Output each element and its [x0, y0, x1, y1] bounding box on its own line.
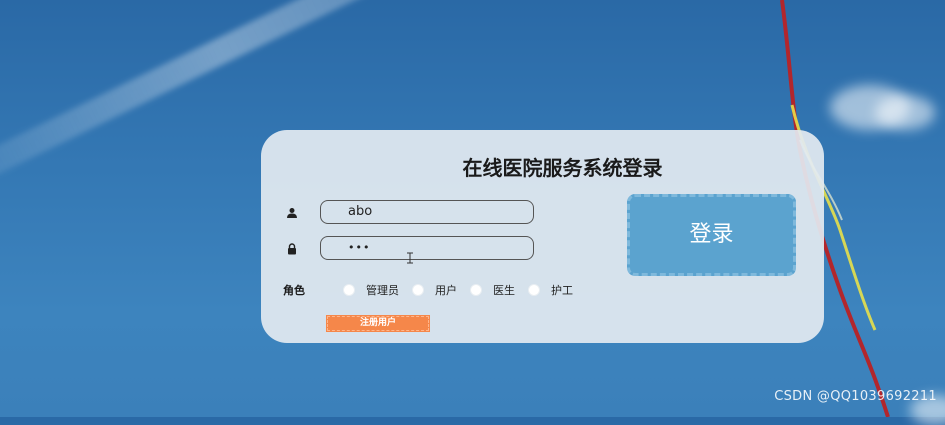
role-label: 角色 [283, 284, 305, 297]
radio-button[interactable] [412, 284, 424, 296]
radio-button[interactable] [470, 284, 482, 296]
watermark: CSDN @QQ1039692211 [774, 389, 937, 404]
page-title: 在线医院服务系统登录 [462, 156, 663, 180]
text-cursor-icon [407, 252, 413, 264]
radio-button[interactable] [528, 284, 540, 296]
role-option-label: 管理员 [366, 284, 399, 297]
role-radio-group: 管理员 用户 医生 护工 [343, 282, 586, 298]
role-option-admin[interactable]: 管理员 [343, 282, 399, 298]
role-option-label: 医生 [493, 284, 515, 297]
lock-icon [288, 243, 296, 255]
radio-button[interactable] [343, 284, 355, 296]
password-input[interactable]: ••• [320, 236, 534, 260]
register-button[interactable]: 注册用户 [326, 315, 430, 332]
login-button[interactable]: 登录 [627, 194, 796, 276]
role-option-user[interactable]: 用户 [412, 282, 457, 298]
user-icon [287, 208, 297, 218]
username-input[interactable]: abo [320, 200, 534, 224]
login-card: 在线医院服务系统登录 abo ••• 角色 管理员 用户 医生 护工 注册用户 … [261, 130, 824, 343]
role-option-doctor[interactable]: 医生 [470, 282, 515, 298]
role-option-label: 护工 [551, 284, 573, 297]
role-option-caregiver[interactable]: 护工 [528, 282, 573, 298]
role-option-label: 用户 [435, 284, 457, 297]
